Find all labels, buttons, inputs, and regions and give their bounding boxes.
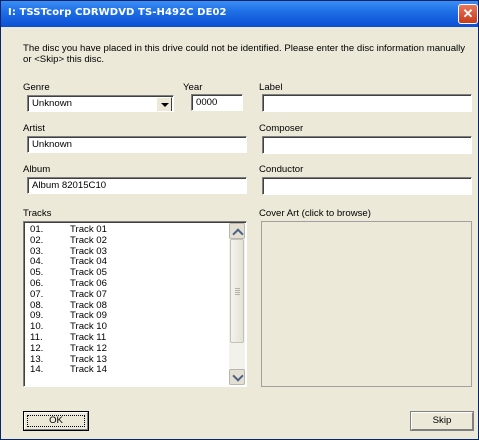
instruction-message: The disc you have placed in this drive c… <box>23 43 466 65</box>
album-value: Album 82015C10 <box>32 180 107 191</box>
year-label: Year <box>183 82 203 93</box>
list-item[interactable]: 14. Track 14 <box>30 364 107 376</box>
cover-art-label: Cover Art (click to browse) <box>259 208 371 219</box>
track-number: 07. <box>30 288 44 300</box>
track-title: Track 14 <box>70 364 107 376</box>
genre-select[interactable]: Unknown <box>27 95 174 112</box>
close-button[interactable]: ✕ <box>458 4 478 24</box>
composer-label: Composer <box>259 123 304 134</box>
track-title: Track 11 <box>70 331 107 343</box>
year-value: 0000 <box>196 97 218 108</box>
window-title: I: TSSTcorp CDRWDVD TS-H492C DE02 <box>8 7 227 18</box>
ok-button[interactable]: OK <box>23 411 89 431</box>
label-field[interactable] <box>262 94 472 112</box>
chevron-down-icon[interactable] <box>229 369 245 385</box>
track-number: 12. <box>30 342 44 354</box>
year-field[interactable]: 0000 <box>191 94 243 111</box>
skip-label: Skip <box>432 415 452 426</box>
skip-button[interactable]: Skip <box>410 411 474 431</box>
tracks-scrollbar[interactable] <box>229 223 245 385</box>
track-title: Track 08 <box>70 299 107 311</box>
track-title: Track 04 <box>70 256 107 268</box>
track-title: Track 02 <box>70 234 107 246</box>
genre-value: Unknown <box>32 98 72 109</box>
track-title: Track 05 <box>70 267 107 279</box>
artist-value: Unknown <box>32 139 72 150</box>
dialog-body: The disc you have placed in this drive c… <box>1 27 478 439</box>
grip-icon <box>235 288 240 296</box>
chevron-up-icon[interactable] <box>229 223 245 239</box>
track-number: 02. <box>30 234 44 246</box>
title-bar[interactable]: I: TSSTcorp CDRWDVD TS-H492C DE02 ✕ <box>1 1 478 27</box>
ok-label: OK <box>49 415 63 426</box>
track-title: Track 03 <box>70 245 107 257</box>
artist-label: Artist <box>23 123 45 134</box>
track-title: Track 10 <box>70 321 107 333</box>
tracks-container: 01. Track 01 02. Track 02 03. Track 03 04. Trac… <box>30 224 107 376</box>
album-label: Album <box>23 164 51 175</box>
track-title: Track 13 <box>70 353 107 365</box>
cover-art-area[interactable] <box>261 221 472 387</box>
label-label: Label <box>259 82 283 93</box>
conductor-label: Conductor <box>259 164 304 175</box>
genre-label: Genre <box>23 82 50 93</box>
tracks-label: Tracks <box>23 208 52 219</box>
close-icon: ✕ <box>462 6 474 21</box>
track-title: Track 07 <box>70 288 107 300</box>
track-title: Track 06 <box>70 277 107 289</box>
album-field[interactable]: Album 82015C10 <box>27 177 247 194</box>
track-title: Track 09 <box>70 310 107 322</box>
disc-info-dialog: I: TSSTcorp CDRWDVD TS-H492C DE02 ✕ The … <box>0 0 479 440</box>
tracks-list[interactable]: 01. Track 01 02. Track 02 03. Track 03 04. Trac… <box>23 221 247 387</box>
track-number: 14. <box>30 364 44 376</box>
track-title: Track 12 <box>70 342 107 354</box>
conductor-field[interactable] <box>262 177 472 195</box>
composer-field[interactable] <box>262 136 472 154</box>
track-title: Track 01 <box>70 224 107 235</box>
artist-field[interactable]: Unknown <box>27 136 247 153</box>
scroll-thumb[interactable] <box>230 239 244 343</box>
chevron-down-icon[interactable] <box>156 97 172 111</box>
